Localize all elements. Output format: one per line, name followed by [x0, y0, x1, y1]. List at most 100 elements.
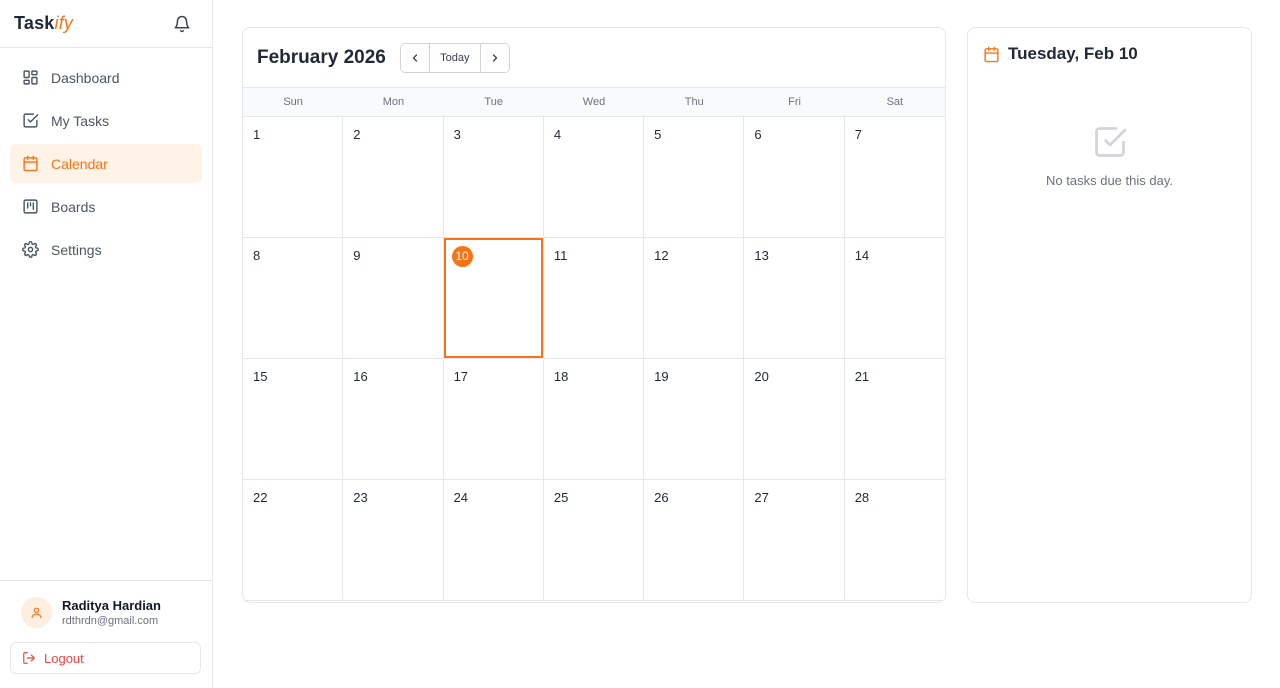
calendar-icon — [984, 46, 999, 62]
sidebar-item-dashboard[interactable]: Dashboard — [10, 58, 202, 97]
day-number: 11 — [553, 248, 568, 263]
sidebar-item-label: Boards — [51, 198, 96, 215]
chevron-left-icon — [412, 53, 418, 62]
sidebar-item-label: Settings — [51, 241, 102, 258]
selected-date-title: Tuesday, Feb 10 — [1008, 44, 1138, 63]
day-cell[interactable]: 4 — [543, 117, 645, 238]
day-number: 7 — [854, 127, 862, 142]
day-number: 8 — [253, 248, 261, 263]
day-number: 3 — [453, 127, 461, 142]
dashboard-icon — [23, 70, 38, 85]
day-number: 18 — [553, 369, 569, 384]
day-number: 19 — [654, 369, 669, 384]
day-cell[interactable]: 9 — [343, 238, 444, 359]
day-cell[interactable]: 1 — [243, 117, 344, 238]
day-detail-panel: Tuesday, Feb 10 No tasks due this day. — [967, 27, 1252, 603]
checkbox-icon — [1094, 127, 1126, 157]
day-number: 23 — [353, 490, 368, 505]
board-icon — [23, 199, 38, 214]
sidebar-item-my-tasks[interactable]: My Tasks — [10, 101, 202, 140]
logout-button[interactable]: Logout — [10, 642, 201, 674]
day-cell[interactable]: 11 — [543, 238, 645, 359]
user-row: Raditya Hardian rdthrdn@gmail.com — [10, 597, 202, 628]
day-cell[interactable]: 26 — [644, 480, 745, 601]
panel-header: Tuesday, Feb 10 — [968, 28, 1251, 64]
day-cell[interactable]: 2 — [343, 117, 444, 238]
sidebar-item-calendar[interactable]: Calendar — [10, 144, 202, 183]
day-cell[interactable]: 14 — [844, 238, 945, 359]
weekday-label: Fri — [788, 96, 801, 108]
day-cell[interactable]: 13 — [744, 238, 845, 359]
empty-state-message: No tasks due this day. — [1046, 173, 1173, 188]
day-number: 6 — [754, 127, 762, 142]
day-cell[interactable]: 22 — [243, 480, 344, 601]
empty-state: No tasks due this day. — [968, 124, 1251, 188]
day-cell[interactable]: 20 — [744, 359, 845, 480]
day-number: 22 — [253, 490, 268, 505]
day-cell[interactable]: 27 — [744, 480, 845, 601]
day-cell[interactable]: 5 — [644, 117, 745, 238]
day-cell[interactable]: 28 — [844, 480, 945, 601]
sidebar-nav: Dashboard My Tasks Calendar Boards Setti… — [0, 48, 212, 283]
user-info: Raditya Hardian rdthrdn@gmail.com — [62, 598, 161, 627]
day-cell[interactable]: 23 — [343, 480, 444, 601]
weekday-label: Sun — [283, 96, 303, 108]
day-number: 27 — [754, 490, 769, 505]
day-cell[interactable]: 25 — [543, 480, 645, 601]
day-number: 17 — [453, 369, 469, 384]
day-cell[interactable]: 15 — [243, 359, 344, 480]
gear-icon — [22, 241, 39, 258]
sidebar-item-label: My Tasks — [51, 112, 110, 129]
day-number: 24 — [453, 490, 469, 505]
avatar[interactable] — [21, 597, 52, 628]
user-email: rdthrdn@gmail.com — [62, 615, 159, 627]
app-logo[interactable]: Taskify — [14, 13, 73, 34]
day-number: 21 — [854, 369, 870, 384]
weekday-label: Tue — [484, 96, 503, 108]
sidebar-item-settings[interactable]: Settings — [10, 230, 202, 269]
day-number: 12 — [654, 248, 669, 263]
day-cell[interactable]: 18 — [543, 359, 645, 480]
bell-icon[interactable] — [172, 14, 192, 34]
weekday-label: Wed — [582, 96, 606, 108]
weekday-label: Thu — [684, 96, 704, 108]
day-cell-selected[interactable]: 10 — [443, 238, 544, 359]
day-cell[interactable]: 7 — [844, 117, 945, 238]
day-cell[interactable]: 6 — [744, 117, 845, 238]
day-number: 4 — [553, 127, 562, 142]
brand-row: Taskify — [0, 0, 212, 48]
day-cell[interactable]: 17 — [443, 359, 544, 480]
day-cell[interactable]: 16 — [343, 359, 444, 480]
calendar-icon — [23, 155, 38, 172]
day-number: 28 — [854, 490, 870, 505]
brand-accent: ify — [54, 13, 74, 33]
day-number: 16 — [353, 369, 368, 384]
day-number: 15 — [253, 369, 268, 384]
calendar-grid: 1 2 3 4 5 6 7 8 9 10 11 12 13 14 15 16 1… — [243, 117, 945, 601]
sidebar-item-label: Dashboard — [51, 69, 120, 86]
chevron-right-icon — [492, 53, 498, 62]
day-number: 20 — [754, 369, 769, 384]
day-cell[interactable]: 12 — [644, 238, 745, 359]
day-cell[interactable]: 8 — [243, 238, 344, 359]
weekday-label: Sat — [886, 96, 904, 108]
user-icon — [31, 607, 42, 618]
selected-day-number: 10 — [451, 245, 473, 267]
today-button[interactable]: Today — [428, 43, 481, 72]
month-navigation: Today — [399, 42, 510, 73]
user-profile: Raditya Hardian rdthrdn@gmail.com Logout — [0, 580, 212, 688]
month-title: February 2026 — [257, 46, 386, 68]
previous-month-button[interactable] — [400, 43, 429, 72]
day-cell[interactable]: 3 — [443, 117, 544, 238]
next-month-button[interactable] — [480, 43, 509, 72]
day-number: 9 — [353, 248, 361, 263]
day-number: 5 — [654, 127, 662, 142]
sidebar-item-boards[interactable]: Boards — [10, 187, 202, 226]
day-number: 25 — [553, 490, 569, 505]
day-cell[interactable]: 24 — [443, 480, 544, 601]
day-cell[interactable]: 19 — [644, 359, 745, 480]
day-cell[interactable]: 21 — [844, 359, 945, 480]
user-name: Raditya Hardian — [62, 598, 161, 613]
logout-icon — [23, 652, 35, 664]
day-number: 1 — [253, 127, 261, 142]
